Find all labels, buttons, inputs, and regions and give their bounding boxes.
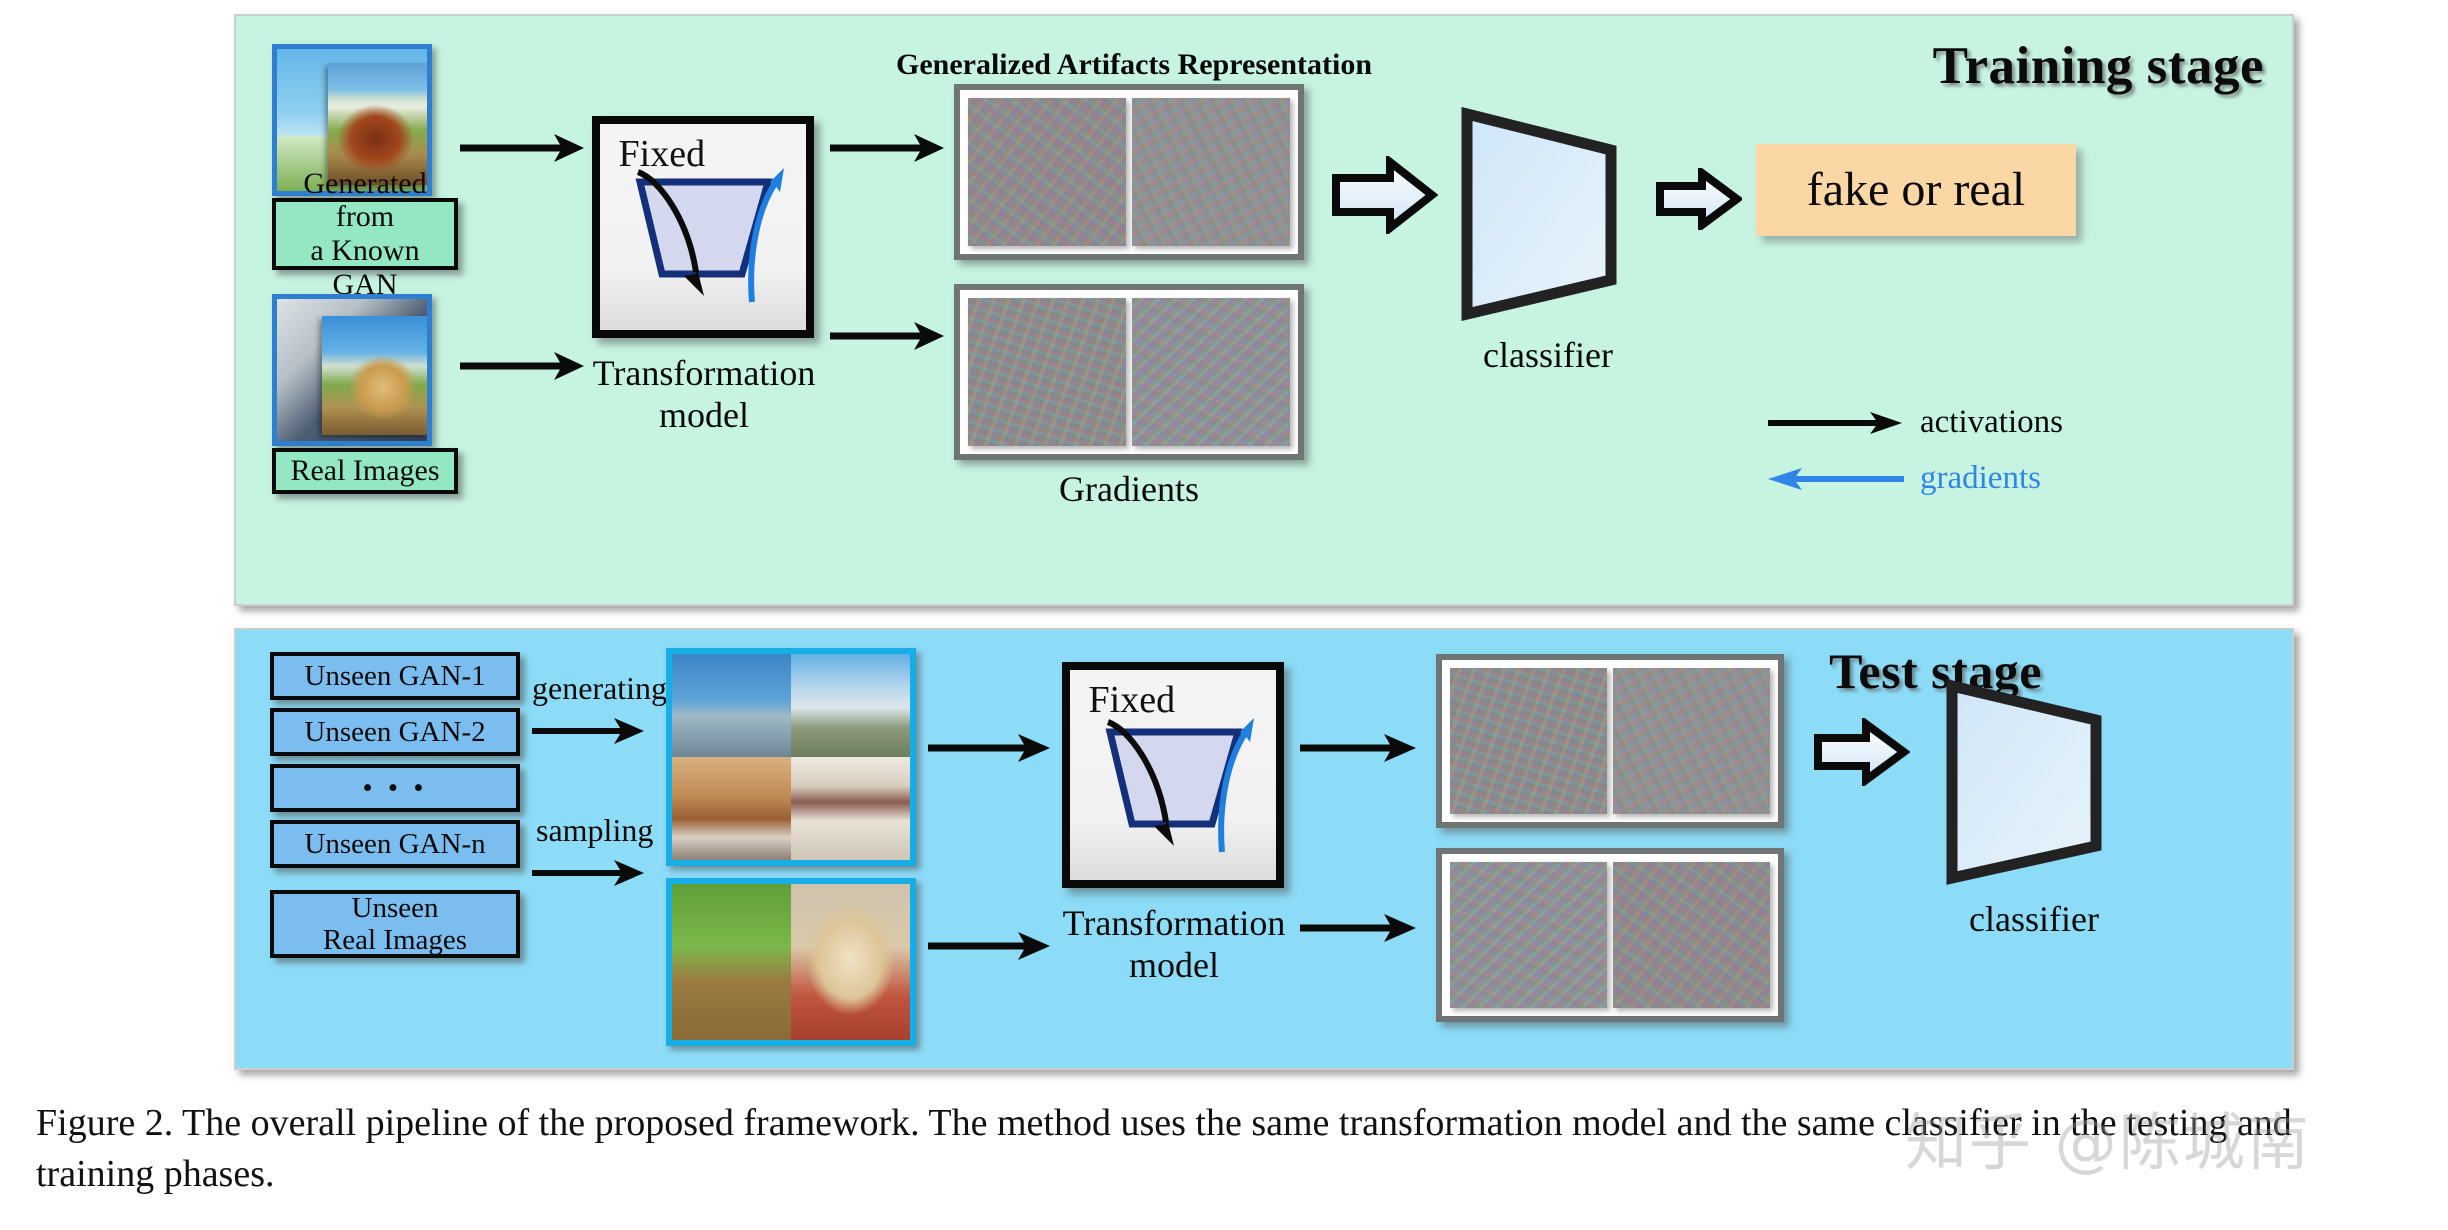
legend-label-activations: activations [1920, 404, 2063, 440]
training-stage-panel: Training stage Generated from a Known GA… [234, 14, 2294, 606]
arrow-generated-to-transform [460, 134, 584, 162]
training-transformation-model: Fixed [592, 116, 814, 338]
artifacts-representation-block [954, 84, 1304, 260]
test-block-arrow-to-classifier [1814, 718, 1910, 786]
transform-funnel-icon [635, 168, 784, 303]
gradient-tile-fake [968, 298, 1126, 446]
training-classifier-label: classifier [1483, 335, 1613, 375]
arrow-test-real-to-transform [928, 932, 1050, 960]
edge-label-generating: generating [532, 670, 668, 706]
test-transform-caption: Transformation model [1062, 903, 1286, 986]
test-transformation-model: Fixed [1062, 662, 1284, 888]
test-transform-funnel-icon [1105, 718, 1254, 853]
source-box-unseen-gan-n: Unseen GAN-n [270, 820, 520, 868]
test-classifier-label: classifier [1969, 899, 2099, 939]
arrow-test-generated-to-transform [928, 734, 1050, 762]
test-real-images-thumb [666, 878, 916, 1046]
training-transform-caption: Transformation model [592, 353, 816, 436]
legend-row-activations: activations [1766, 404, 2063, 441]
test-gradient-tile-2 [1613, 862, 1770, 1008]
edge-label-sampling: sampling [536, 812, 654, 848]
source-box-unseen-real-images: Unseen Real Images [270, 890, 520, 958]
label-real-images: Real Images [272, 448, 458, 494]
source-box-unseen-gan-2: Unseen GAN-2 [270, 708, 520, 756]
source-box-unseen-gan-1: Unseen GAN-1 [270, 652, 520, 700]
test-gradient-tile-1 [1450, 862, 1607, 1008]
gradients-block [954, 284, 1304, 460]
label-generated-known-gan: Generated from a Known GAN [272, 167, 458, 301]
source-box-ellipsis: • • • [270, 764, 520, 812]
artifacts-section-title: Generalized Artifacts Representation [896, 48, 1373, 81]
test-generated-images-thumb [666, 648, 916, 866]
activations-arrow-icon [1768, 411, 1902, 434]
block-arrow-to-classifier [1332, 156, 1438, 234]
artifact-tile-real [1132, 98, 1290, 246]
arrow-sampling [532, 860, 644, 886]
artifact-tile-fake [968, 98, 1126, 246]
test-artifact-tile-2 [1613, 668, 1770, 814]
test-stage-panel: Test stage Unseen GAN-1 Unseen GAN-2 • •… [234, 628, 2294, 1070]
real-image-thumb [272, 294, 432, 446]
training-stage-title: Training stage [1932, 37, 2264, 95]
test-classifier-shape [1946, 679, 2102, 885]
arrow-transform-to-gradients [830, 322, 944, 350]
arrow-test-transform-to-artifacts [1300, 734, 1416, 762]
legend-row-gradients: gradients [1766, 460, 2041, 497]
output-fake-or-real: fake or real [1756, 144, 2076, 236]
test-gradients-block [1436, 848, 1784, 1022]
gradient-tile-real [1132, 298, 1290, 446]
figure-caption: Figure 2. The overall pipeline of the pr… [36, 1102, 2292, 1195]
arrow-transform-to-artifacts [830, 134, 944, 162]
legend-label-gradients: gradients [1920, 460, 2041, 496]
test-artifact-tile-1 [1450, 668, 1607, 814]
arrow-test-transform-to-gradients [1300, 914, 1416, 942]
legend: activations gradients [1766, 404, 2226, 522]
training-classifier-shape [1461, 106, 1617, 321]
arrow-generating [532, 718, 644, 744]
figure-container: Training stage Generated from a Known GA… [234, 14, 2294, 1070]
gradients-arrow-icon [1768, 467, 1904, 490]
block-arrow-to-output [1656, 168, 1742, 230]
test-artifacts-block [1436, 654, 1784, 828]
gradients-caption: Gradients [1059, 469, 1199, 509]
